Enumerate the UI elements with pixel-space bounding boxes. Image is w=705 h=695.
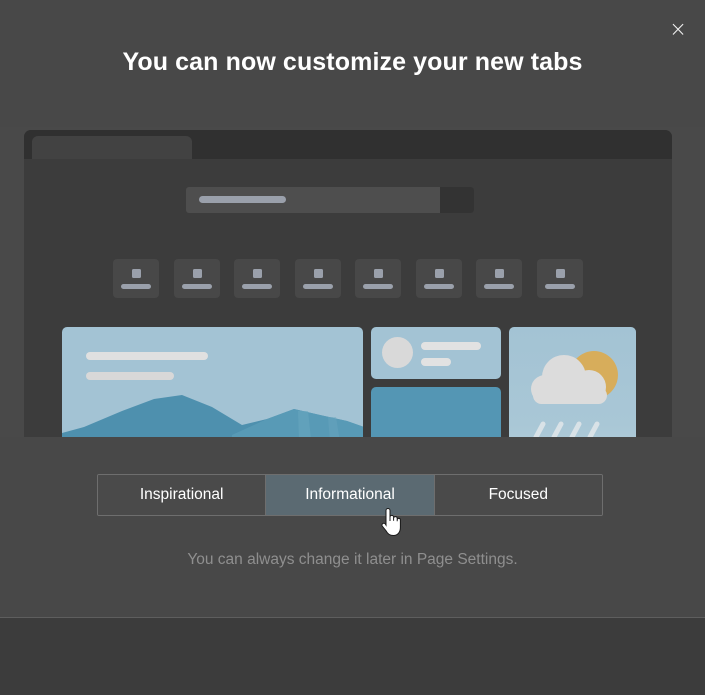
article-title-placeholder	[420, 342, 481, 350]
site-icon	[132, 269, 141, 278]
site-icon	[434, 269, 444, 278]
tab-informational[interactable]: Informational	[266, 475, 435, 515]
new-tab-preview	[24, 130, 672, 437]
site-label-placeholder	[363, 284, 394, 289]
hint-text: You can always change it later in Page S…	[187, 551, 518, 568]
tab-inspirational[interactable]: Inspirational	[98, 475, 267, 515]
site-label-placeholder	[242, 284, 273, 289]
content-block-card	[370, 387, 501, 437]
list-item	[234, 259, 281, 298]
list-item	[355, 259, 402, 298]
list-item	[415, 259, 462, 298]
list-item	[113, 259, 159, 298]
preview-search-bar	[186, 187, 474, 213]
site-label-placeholder	[484, 284, 515, 289]
preview-search-placeholder	[199, 196, 286, 203]
article-meta-placeholder	[420, 358, 451, 366]
preview-search-button	[440, 187, 474, 213]
preview-quick-links	[113, 259, 583, 299]
site-label-placeholder	[423, 284, 454, 289]
site-icon	[253, 269, 263, 278]
avatar	[381, 337, 413, 368]
list-item	[536, 259, 583, 298]
preview-card-column	[370, 327, 501, 437]
layout-segmented-control[interactable]: Inspirational Informational Focused	[97, 474, 603, 516]
site-icon	[313, 269, 323, 278]
site-label-placeholder	[181, 284, 212, 289]
onboarding-dialog: × You can now customize your new tabs In…	[0, 0, 705, 695]
weather-icon	[530, 351, 618, 437]
article-card	[370, 327, 501, 379]
preview-content-cards	[62, 327, 636, 437]
close-button[interactable]: ×	[661, 12, 695, 46]
list-item	[476, 259, 523, 298]
image-card	[62, 327, 363, 437]
preview-browser-tab	[32, 136, 192, 159]
site-icon	[495, 269, 505, 278]
weather-card	[508, 327, 636, 437]
site-icon	[374, 269, 384, 278]
page-title: You can now customize your new tabs	[122, 48, 583, 76]
list-item	[294, 259, 341, 298]
list-item	[173, 259, 220, 298]
headline-placeholder	[86, 352, 208, 360]
preview-titlebar	[24, 130, 672, 159]
preview-body	[24, 159, 672, 437]
dialog-footer: groovyPost.com Next	[0, 618, 705, 695]
site-icon	[192, 269, 202, 278]
site-label-placeholder	[121, 284, 151, 289]
tab-focused[interactable]: Focused	[434, 475, 602, 515]
close-icon: ×	[669, 16, 687, 41]
site-label-placeholder	[302, 284, 333, 289]
mountain-illustration	[62, 395, 363, 437]
site-label-placeholder	[544, 284, 575, 289]
subhead-placeholder	[86, 372, 174, 380]
site-icon	[555, 269, 565, 278]
